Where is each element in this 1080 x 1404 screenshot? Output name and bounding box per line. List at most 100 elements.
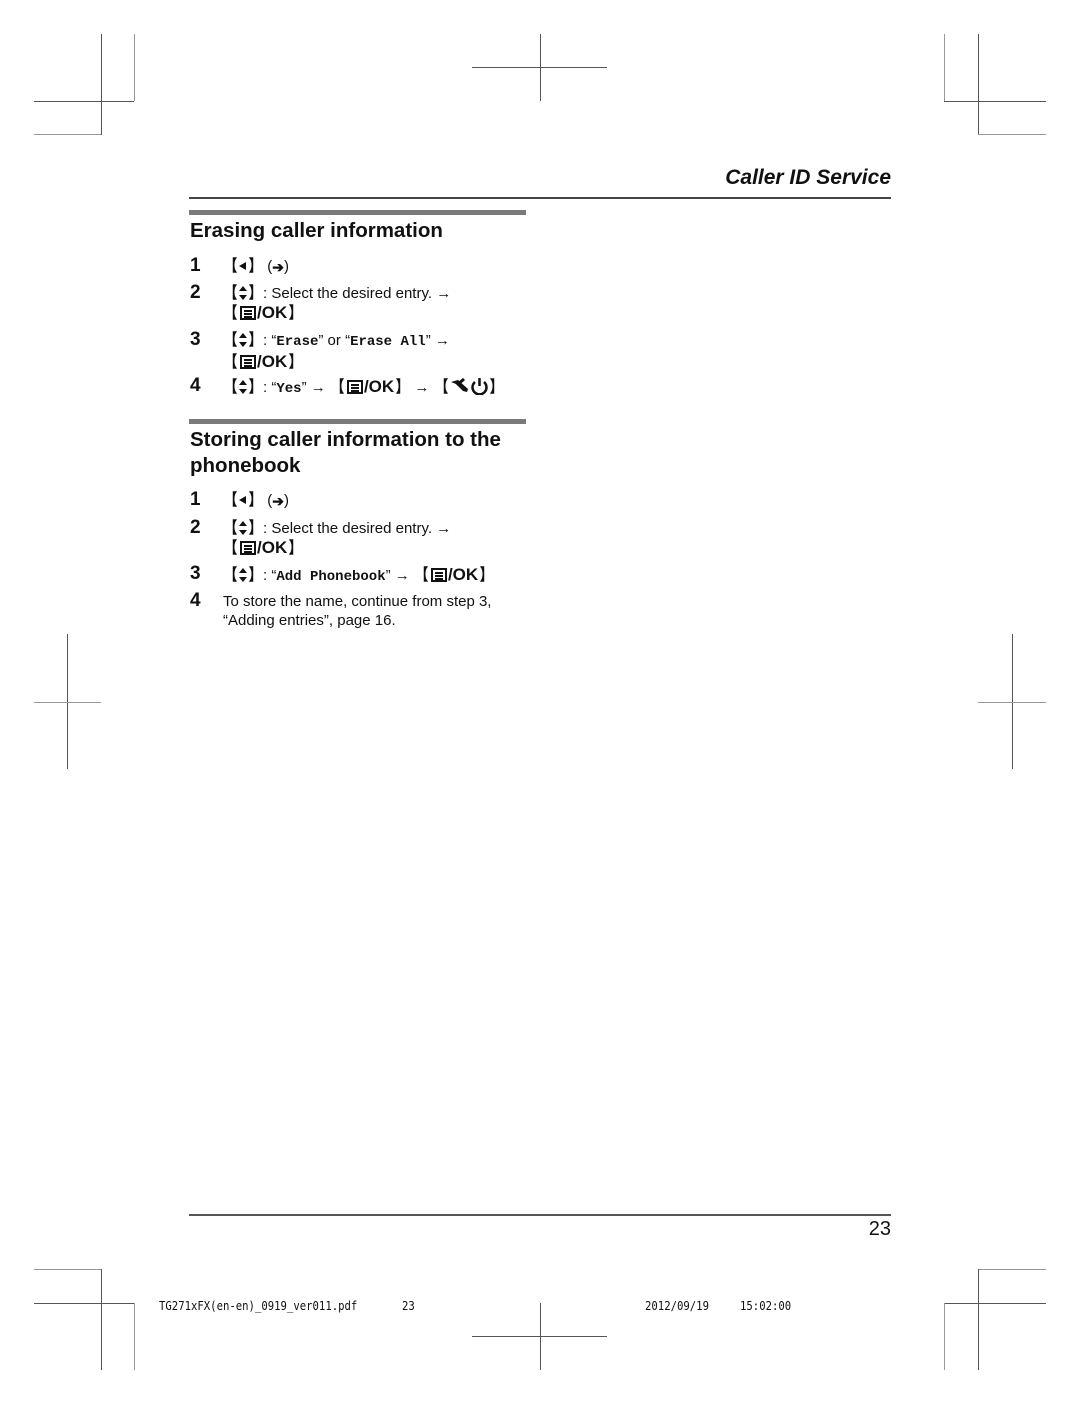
up-down-icon	[239, 333, 248, 347]
menu-icon	[430, 568, 447, 582]
bracket-open: 【	[435, 379, 448, 396]
header-rule	[189, 197, 891, 199]
crop-mark	[101, 34, 102, 135]
arrow-icon: →	[436, 520, 452, 537]
crop-mark	[978, 134, 1046, 135]
slug-date: 2012/09/19	[645, 1298, 709, 1313]
section-title-line: Storing caller information to the	[190, 428, 501, 451]
step-number: 3	[190, 329, 201, 350]
menu-option-erase: Erase	[276, 334, 319, 350]
slug-filename: TG271xFX(en-en)_0919_ver011.pdf	[159, 1298, 358, 1313]
menu-option-add-phonebook: Add Phonebook	[276, 569, 386, 585]
crop-mark	[472, 1336, 607, 1337]
menu-option-yes: Yes	[276, 381, 302, 397]
ok-key-label: /OK	[257, 352, 288, 371]
or-text: or	[323, 332, 346, 349]
running-head: Caller ID Service	[725, 166, 891, 189]
bracket-close: 】	[249, 258, 262, 275]
arrow-icon: →	[414, 379, 430, 396]
section-title-erasing: Erasing caller information	[190, 219, 443, 242]
crop-mark	[978, 1269, 1046, 1270]
ok-key-label: /OK	[447, 565, 479, 584]
slug-page: 23	[402, 1298, 415, 1313]
section-divider	[189, 419, 526, 424]
menu-icon	[346, 380, 363, 394]
bracket-close: 】	[480, 567, 493, 584]
section-title-storing: Storing caller information to the phoneb…	[190, 427, 530, 479]
bracket-close: 】	[249, 332, 262, 349]
crop-mark	[978, 1269, 979, 1370]
off-power-icon	[450, 377, 488, 396]
arrow-icon: →	[310, 379, 326, 396]
bracket-close: 】	[289, 305, 302, 322]
menu-icon	[240, 541, 257, 555]
up-down-icon	[239, 380, 248, 394]
step-text: : Select the desired entry.	[263, 520, 433, 537]
bracket-close: 】	[489, 379, 502, 396]
step-number: 4	[190, 375, 201, 396]
crop-mark	[101, 1269, 102, 1370]
crop-mark	[34, 702, 101, 703]
crop-mark	[34, 134, 101, 135]
bracket-close: 】	[289, 354, 302, 371]
bracket-open: 【	[225, 354, 238, 371]
step-number: 2	[190, 517, 201, 538]
crop-mark	[944, 101, 1046, 102]
step-text: To store the name, continue from step 3,	[223, 593, 492, 610]
crop-mark	[34, 101, 134, 102]
quote: ”	[425, 332, 431, 349]
crop-mark	[134, 1303, 135, 1370]
up-down-icon	[239, 521, 248, 535]
left-arrow-icon	[239, 495, 247, 505]
bracket-open: 【	[331, 379, 344, 396]
bracket-close: 】	[249, 567, 262, 584]
quote: ”	[301, 379, 307, 396]
crop-mark	[540, 34, 541, 101]
bracket-open: 【	[225, 305, 238, 322]
crop-mark	[978, 702, 1046, 703]
crop-mark	[134, 34, 135, 101]
bracket-open: 【	[225, 567, 238, 584]
bracket-close: 】	[289, 540, 302, 557]
incoming-call-icon: ➔	[272, 492, 284, 509]
step-number: 1	[190, 255, 201, 276]
bracket-open: 【	[415, 567, 428, 584]
arrow-icon: →	[434, 332, 450, 349]
arrow-icon: →	[394, 567, 410, 584]
step-number: 2	[190, 282, 201, 303]
menu-icon	[240, 355, 257, 369]
ok-key-label: /OK	[363, 377, 395, 396]
paren-close: )	[283, 492, 289, 509]
bracket-open: 【	[225, 285, 238, 302]
paren-close: )	[283, 258, 289, 275]
cross-reference-link[interactable]: “Adding entries”, page 16.	[223, 611, 528, 630]
slug-time: 15:02:00	[740, 1298, 792, 1313]
step-number: 4	[190, 590, 201, 611]
quote: ”	[385, 567, 391, 584]
up-down-icon	[239, 286, 248, 300]
section-divider	[189, 210, 526, 215]
arrow-icon: →	[436, 285, 452, 302]
bracket-close: 】	[396, 379, 409, 396]
up-down-icon	[239, 568, 248, 582]
left-arrow-icon	[239, 261, 247, 271]
ok-key-label: /OK	[257, 303, 288, 322]
crop-mark	[944, 34, 945, 101]
bracket-close: 】	[249, 379, 262, 396]
bracket-open: 【	[225, 379, 238, 396]
crop-mark	[34, 1269, 101, 1270]
footer-rule	[189, 1214, 891, 1216]
page-number: 23	[868, 1218, 891, 1240]
incoming-call-icon: ➔	[272, 258, 284, 275]
step-number: 3	[190, 563, 201, 584]
menu-icon	[240, 306, 257, 320]
section-title-line: phonebook	[190, 454, 301, 477]
bracket-open: 【	[225, 540, 238, 557]
bracket-open: 【	[225, 492, 238, 509]
bracket-open: 【	[225, 520, 238, 537]
ok-key-label: /OK	[257, 538, 288, 557]
crop-mark	[978, 34, 979, 135]
bracket-close: 】	[249, 492, 262, 509]
menu-option-erase-all: Erase All	[350, 334, 426, 350]
bracket-close: 】	[249, 285, 262, 302]
